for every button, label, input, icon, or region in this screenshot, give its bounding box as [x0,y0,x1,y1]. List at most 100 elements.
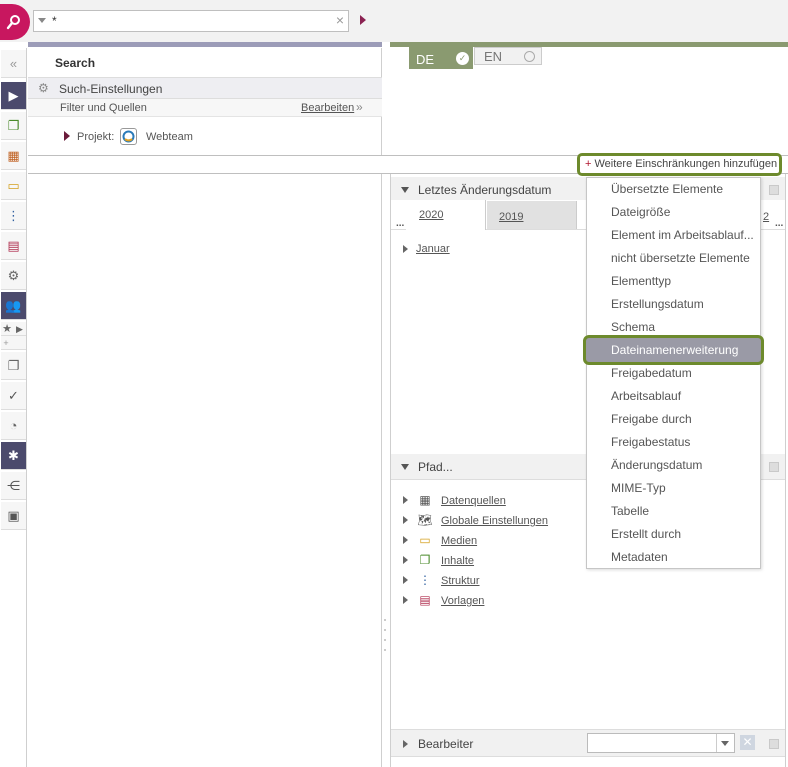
expand-icon[interactable] [403,576,408,584]
rail-template-button[interactable]: ▤ [1,232,26,260]
section-path-title: Pfad... [418,460,453,474]
datasource-icon: ▦ [7,148,20,163]
template-icon: ▤ [419,593,431,607]
month-january-link[interactable]: Januar [416,243,450,255]
year-more-left[interactable]: ... [396,218,404,229]
dropdown-item[interactable]: Übersetzte Elemente [611,182,723,196]
users-icon: 👥 [5,298,22,313]
dropdown-item[interactable]: Dateigröße [611,205,670,219]
section-toggle-checkbox[interactable] [769,185,779,195]
expand-caret-icon[interactable] [403,740,408,748]
media-icon: ▭ [7,178,20,193]
report-icon: ⋲ [7,478,20,493]
dropdown-item[interactable]: Tabelle [611,504,649,518]
expand-icon[interactable] [403,496,408,504]
dropdown-item[interactable]: Freigabe durch [611,412,692,426]
path-item-label[interactable]: Globale Einstellungen [441,515,548,527]
add-restrictions-text: Weitere Einschränkungen hinzufügen [594,158,778,170]
rail-history-button[interactable]: ◔ [1,412,26,440]
path-item-label[interactable]: Datenquellen [441,495,506,507]
rail-datasource-button[interactable]: ▦ [1,142,26,170]
dropdown-item[interactable]: Schema [611,320,655,334]
edit-filter-link[interactable]: Bearbeiten [301,102,354,114]
datasource-icon: ▦ [419,493,431,507]
chevron-down-icon[interactable] [716,734,734,752]
puzzle-icon: ✱ [8,448,19,463]
dropdown-item-selected[interactable]: Dateinamenerweiterung [611,343,738,357]
search-input[interactable]: * × [33,10,349,32]
dropdown-item[interactable]: Erstellt durch [611,527,681,541]
expand-icon[interactable] [403,516,408,524]
dropdown-item[interactable]: Metadaten [611,550,668,564]
rail-add-button[interactable]: + [1,336,26,350]
check-icon: ✓ [456,52,469,65]
tab-en-label: EN [484,49,503,64]
collapse-caret-icon[interactable] [401,187,409,193]
content-icon: ❐ [7,118,20,133]
rail-media-button[interactable]: ▭ [1,172,26,200]
rail-plugins-button[interactable]: ✱ [1,442,26,470]
collapse-caret-icon[interactable] [401,464,409,470]
year-2020-label[interactable]: 2020 [419,209,443,221]
chevron-right-icon[interactable]: » [356,100,363,114]
plus-icon: + [585,158,592,170]
search-go-icon[interactable] [360,15,366,25]
copy-icon: ❐ [7,358,20,373]
dropdown-item[interactable]: nicht übersetzte Elemente [611,251,750,265]
project-expand-icon[interactable] [64,131,70,141]
rail-favorites-button[interactable]: ★ ▶ [1,322,26,336]
media-icon: ▭ [419,533,431,547]
dropdown-item[interactable]: Elementtyp [611,274,671,288]
year-more-right[interactable]: ... [775,218,783,229]
content-icon: ❐ [419,553,431,567]
clear-search-icon[interactable]: × [336,12,344,28]
rail-structure-button[interactable]: ⋮ [1,202,26,230]
expand-month-icon[interactable] [403,245,408,253]
section-toggle-checkbox[interactable] [769,462,779,472]
panel-title: Search [55,56,96,70]
dropdown-item[interactable]: Element im Arbeitsablauf... [611,228,754,242]
rail-users-button[interactable]: 👥 [1,292,26,320]
collapse-icon: « [9,56,18,71]
dropdown-item[interactable]: Freigabedatum [611,366,692,380]
rail-toolbox-button[interactable]: ▣ [1,502,26,530]
path-item-label[interactable]: Inhalte [441,555,474,567]
dropdown-item[interactable]: MIME-Typ [611,481,666,495]
search-options-caret-icon[interactable] [38,18,46,23]
plus-icon: + [3,338,9,348]
year-partial-label[interactable]: 2 [763,211,769,223]
expand-icon[interactable] [403,556,408,564]
rail-expand-button[interactable]: ▶ [1,82,26,110]
dropdown-item[interactable]: Erstellungsdatum [611,297,704,311]
icon-rail: « ▶ ❐ ▦ ▭ ⋮ ▤ ⚙ 👥 ★ ▶ + ❐ ✓ ◔ ✱ ⋲ ▣ [0,48,27,767]
rail-check-button[interactable]: ✓ [1,382,26,410]
year-2019-label[interactable]: 2019 [499,211,523,223]
rail-content-button[interactable]: ❐ [1,112,26,140]
rail-collapse-button[interactable]: « [1,50,26,78]
add-restrictions-label[interactable]: + Weitere Einschränkungen hinzufügen [585,158,777,170]
rail-report-button[interactable]: ⋲ [1,472,26,500]
path-item-label[interactable]: Medien [441,535,477,547]
expand-icon[interactable] [403,596,408,604]
structure-icon: ⋮ [419,573,431,587]
panel-splitter[interactable] [383,600,387,660]
dropdown-item[interactable]: Änderungsdatum [611,458,702,472]
expand-icon[interactable] [403,536,408,544]
rail-copy-button[interactable]: ❐ [1,352,26,380]
close-icon[interactable]: ✕ [740,735,755,750]
clock-icon: ◔ [9,418,18,433]
editor-select[interactable] [587,733,735,753]
filter-sources-label: Filter und Quellen [60,102,147,114]
path-item-label[interactable]: Vorlagen [441,595,484,607]
dropdown-item[interactable]: Arbeitsablauf [611,389,681,403]
section-toggle-checkbox[interactable] [769,739,779,749]
search-settings-title: Such-Einstellungen [59,82,163,96]
rail-settings-button[interactable]: ⚙ [1,262,26,290]
dropdown-item[interactable]: Freigabestatus [611,435,690,449]
search-logo-icon [6,15,20,30]
tab-year-2020[interactable] [406,200,486,230]
path-item-label[interactable]: Struktur [441,575,480,587]
globe-icon: 🗺 [417,513,433,527]
project-name[interactable]: Webteam [146,131,193,143]
search-value: * [52,14,57,28]
